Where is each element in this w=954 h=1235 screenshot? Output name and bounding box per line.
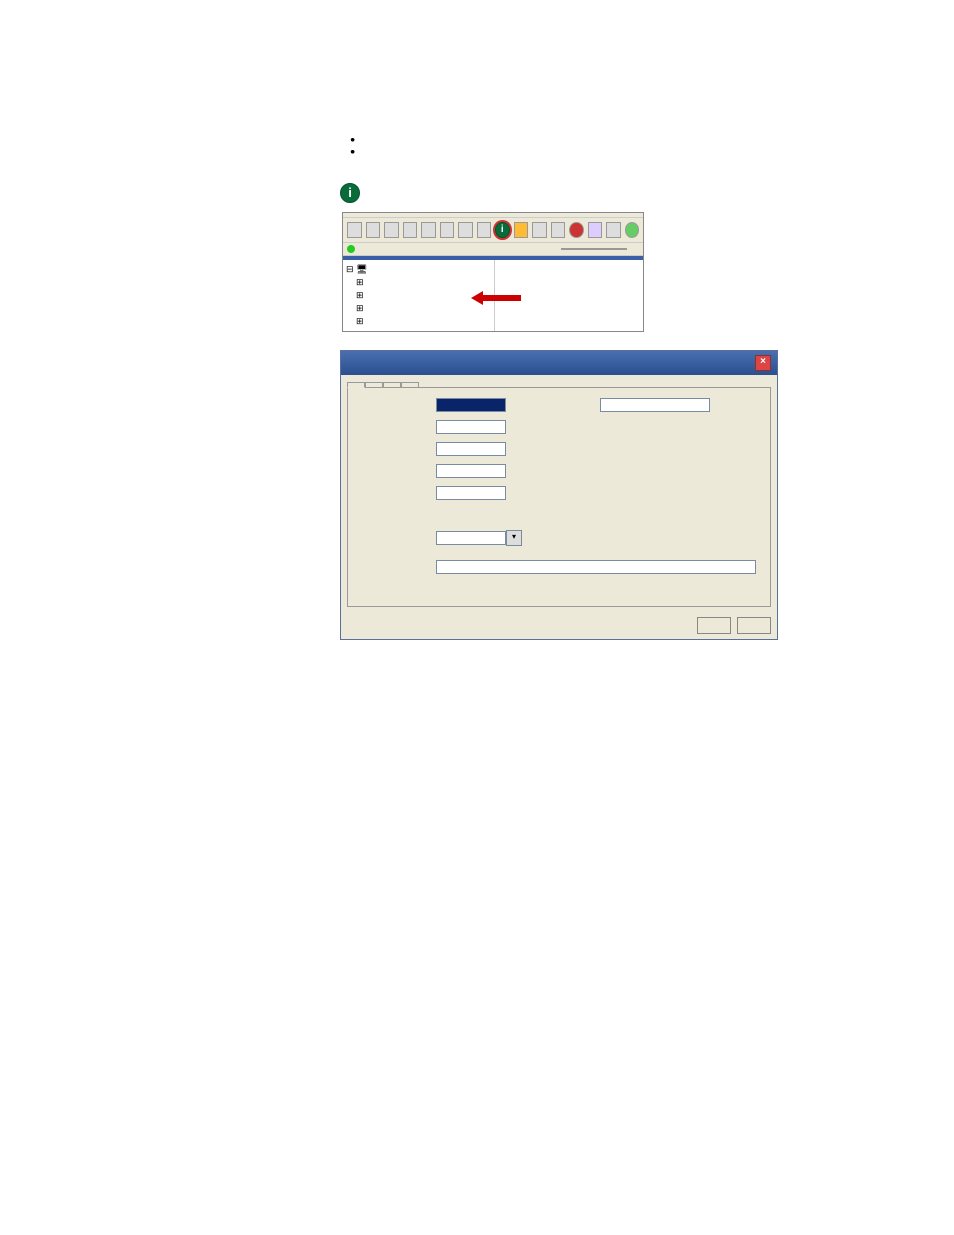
dialog-buttons (341, 613, 777, 640)
dialog-titlebar: × (341, 351, 777, 375)
usertext-field[interactable] (600, 398, 710, 412)
tool-icon[interactable] (606, 222, 621, 238)
step-1: i (316, 182, 865, 204)
help-icon[interactable] (625, 222, 640, 238)
dialog-tabs (341, 375, 777, 387)
save-icon[interactable] (384, 222, 399, 238)
new-icon[interactable] (347, 222, 362, 238)
language-field[interactable] (436, 442, 506, 456)
red-arrow-icon (471, 291, 521, 305)
status-row (343, 243, 643, 256)
info-icon: i (340, 183, 360, 203)
series-field[interactable] (436, 464, 506, 478)
dialog-pane: ▾ (347, 387, 771, 607)
close-icon[interactable]: × (755, 355, 771, 371)
warn-icon[interactable] (514, 222, 529, 238)
product-field[interactable] (436, 398, 506, 412)
app-screenshot: i ⊟ 🖥 (342, 212, 644, 332)
tab-general[interactable] (347, 382, 365, 388)
status-dot-icon (347, 245, 355, 253)
revision-field[interactable] (436, 486, 506, 500)
page-header (852, 62, 864, 79)
cancel-button[interactable] (737, 617, 771, 634)
info-icon[interactable]: i (495, 222, 510, 238)
chevron-down-icon[interactable]: ▾ (506, 530, 522, 546)
undo-icon[interactable] (440, 222, 455, 238)
harmony-field[interactable] (436, 560, 756, 574)
toolbar: i (343, 218, 643, 243)
tool-icon[interactable] (532, 222, 547, 238)
access-value (436, 531, 506, 545)
redo-icon[interactable] (458, 222, 473, 238)
access-dropdown[interactable]: ▾ (436, 530, 522, 546)
step-text: i (340, 182, 865, 204)
camera-icon[interactable] (477, 222, 492, 238)
preview-icon[interactable] (421, 222, 436, 238)
rpm-display (561, 248, 627, 250)
gear-icon[interactable] (569, 222, 584, 238)
properties-dialog: × (340, 350, 778, 641)
print-icon[interactable] (403, 222, 418, 238)
tool-icon[interactable] (551, 222, 566, 238)
wand-icon[interactable] (588, 222, 603, 238)
ok-button[interactable] (697, 617, 731, 634)
config-field[interactable] (436, 420, 506, 434)
open-icon[interactable] (366, 222, 381, 238)
